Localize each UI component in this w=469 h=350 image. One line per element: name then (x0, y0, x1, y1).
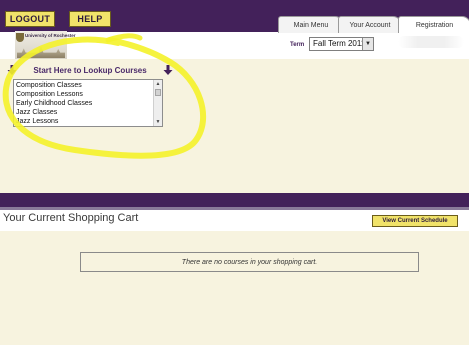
list-scrollbar[interactable]: ▲ ▼ (153, 80, 162, 126)
crest-icon (16, 33, 24, 42)
course-category-list[interactable]: Composition Classes Composition Lessons … (13, 79, 163, 127)
term-label: Term (290, 42, 305, 48)
redacted-area (398, 36, 464, 48)
logo-text: University of Rochester (25, 33, 76, 38)
course-list-item[interactable]: Early Childhood Classes (16, 99, 92, 108)
arrow-down-icon (163, 65, 173, 75)
course-list-item[interactable]: Jazz Lessons (16, 117, 58, 126)
course-list-item[interactable]: Composition Lessons (16, 90, 83, 99)
lookup-heading: Start Here to Lookup Courses (7, 65, 173, 75)
section-divider-line (0, 207, 469, 210)
scroll-down-icon[interactable]: ▼ (155, 119, 161, 125)
tab-registration[interactable]: Registration (398, 16, 469, 33)
scroll-up-icon[interactable]: ▲ (155, 81, 161, 87)
scroll-thumb[interactable] (155, 89, 161, 96)
lookup-heading-text: Start Here to Lookup Courses (33, 65, 147, 75)
cart-title: Your Current Shopping Cart (3, 212, 139, 224)
view-schedule-button[interactable]: View Current Schedule (372, 215, 458, 227)
course-list-item[interactable]: Jazz Classes (16, 108, 57, 117)
logout-button[interactable]: LOGOUT (5, 11, 55, 27)
tab-main-menu[interactable]: Main Menu (278, 16, 344, 33)
arrow-down-icon (7, 65, 17, 75)
term-selected-value: Fall Term 2011 (313, 39, 366, 48)
section-divider-bar (0, 193, 469, 207)
university-logo: University of Rochester (15, 31, 76, 59)
tab-your-account[interactable]: Your Account (338, 16, 402, 33)
help-button[interactable]: HELP (69, 11, 111, 27)
course-list-item[interactable]: Composition Classes (16, 81, 82, 90)
chevron-down-icon[interactable]: ▼ (362, 38, 373, 50)
cart-panel (0, 231, 469, 345)
building-icon (17, 46, 65, 58)
term-select[interactable]: Fall Term 2011 ▼ (309, 37, 374, 51)
empty-cart-message: There are no courses in your shopping ca… (80, 252, 419, 272)
